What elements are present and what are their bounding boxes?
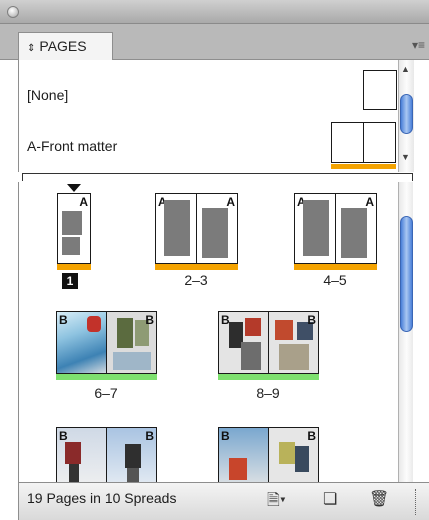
tab-label: PAGES	[39, 38, 87, 54]
panel-tab-row: ⇕ PAGES ▾≡	[0, 24, 429, 60]
content-block	[341, 208, 367, 258]
pages-scroll-thumb[interactable]	[400, 216, 413, 332]
master-letter: B	[59, 429, 68, 443]
content-block	[303, 200, 329, 256]
page-thumbnail[interactable]: A	[335, 193, 377, 264]
page-thumbnail[interactable]: B	[56, 311, 107, 374]
resize-grip-icon[interactable]	[415, 489, 425, 515]
spread-color-bar	[294, 264, 377, 270]
master-a-left-thumbnail[interactable]	[331, 122, 364, 163]
spread-color-bar	[155, 264, 238, 270]
master-none-label[interactable]: [None]	[27, 87, 68, 103]
page-thumbnail[interactable]: A	[57, 193, 91, 264]
panel-title-bar[interactable]	[0, 0, 429, 24]
pages-section: A 1 A A 2–3 A A 4–5 B B 6–7 B B 8–9 B B …	[18, 182, 413, 482]
page-number-selected[interactable]: 1	[62, 273, 78, 289]
spread-label[interactable]: 2–3	[156, 272, 236, 288]
master-none-thumbnail[interactable]	[363, 70, 397, 110]
photo-image	[279, 344, 309, 370]
content-block	[164, 200, 190, 256]
page-thumbnail[interactable]: B	[268, 427, 319, 482]
photo-image	[125, 444, 141, 468]
double-arrow-icon: ⇕	[27, 43, 36, 54]
close-button[interactable]	[7, 6, 19, 18]
master-letter: A	[79, 195, 88, 209]
page-thumbnail[interactable]: A	[155, 193, 197, 264]
content-block	[202, 208, 228, 258]
content-block	[62, 237, 80, 255]
photo-image	[279, 442, 295, 464]
page-thumbnail[interactable]: A	[294, 193, 336, 264]
masters-scroll-thumb[interactable]	[400, 94, 413, 134]
photo-image	[245, 318, 261, 336]
master-letter: B	[221, 313, 230, 327]
spread-color-bar	[218, 374, 319, 380]
page-thumbnail[interactable]: B	[268, 311, 319, 374]
photo-image	[275, 320, 293, 340]
master-letter: B	[307, 429, 316, 443]
photo-image	[69, 464, 79, 482]
spread-label[interactable]: 6–7	[66, 385, 146, 401]
page-thumbnail[interactable]: B	[218, 427, 269, 482]
master-letter: B	[221, 429, 230, 443]
create-new-page-icon[interactable]: ❏	[323, 489, 337, 509]
master-letter: B	[145, 429, 154, 443]
spread-label[interactable]: 4–5	[295, 272, 375, 288]
scroll-up-icon[interactable]: ▲	[401, 64, 410, 74]
pages-scrollbar[interactable]	[398, 182, 413, 482]
masters-scrollbar[interactable]: ▲ ▼	[398, 60, 414, 172]
master-a-label[interactable]: A-Front matter	[27, 138, 117, 154]
master-letter: A	[226, 195, 235, 209]
page-thumbnail[interactable]: B	[106, 427, 157, 482]
page-thumbnail[interactable]: B	[218, 311, 269, 374]
current-page-caret-icon	[67, 184, 81, 192]
master-a-color-bar	[331, 164, 396, 169]
master-letter: B	[307, 313, 316, 327]
photo-image	[295, 446, 309, 472]
photo-image	[113, 352, 151, 370]
photo-image	[229, 458, 247, 480]
section-divider[interactable]	[22, 173, 413, 181]
edit-page-size-icon[interactable]: 🗎▾	[267, 489, 286, 516]
masters-section: [None] A-Front matter ▲ ▼	[18, 60, 414, 172]
photo-image	[127, 468, 139, 482]
page-thumbnail[interactable]: A	[196, 193, 238, 264]
page-thumbnail[interactable]: B	[106, 311, 157, 374]
photo-image	[117, 318, 133, 348]
photo-image	[241, 342, 261, 370]
tab-pages[interactable]: ⇕ PAGES	[18, 32, 113, 60]
master-letter: B	[59, 313, 68, 327]
photo-image	[87, 316, 101, 332]
spread-color-bar	[56, 374, 157, 380]
spread-color-bar	[57, 264, 91, 270]
scroll-down-icon[interactable]: ▼	[401, 152, 410, 162]
page-thumbnail[interactable]: B	[56, 427, 107, 482]
panel-menu-icon[interactable]: ▾≡	[412, 38, 425, 52]
content-block	[62, 211, 82, 235]
status-text: 19 Pages in 10 Spreads	[27, 490, 177, 506]
panel-bottom-bar: 19 Pages in 10 Spreads 🗎▾ ❏ 🗑	[18, 482, 429, 520]
master-a-right-thumbnail[interactable]	[363, 122, 396, 163]
spread-label[interactable]: 8–9	[228, 385, 308, 401]
photo-image	[65, 442, 81, 464]
master-letter: B	[145, 313, 154, 327]
trash-icon[interactable]: 🗑	[369, 489, 389, 509]
master-letter: A	[365, 195, 374, 209]
